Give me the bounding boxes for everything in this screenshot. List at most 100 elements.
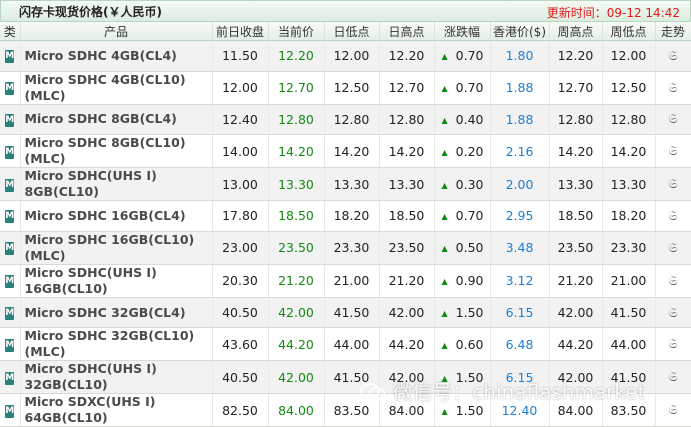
- table-row[interactable]: M Micro SDHC 4GB(CL10)(MLC) 12.00 12.70 12.5…: [0, 71, 691, 105]
- up-triangle-icon: ▲: [441, 147, 448, 157]
- product-cell[interactable]: Micro SDHC(UHS I) 32GB(CL10): [20, 360, 213, 395]
- trend-chart-icon[interactable]: 𝔖: [668, 241, 677, 256]
- table-row[interactable]: M Micro SDHC 16GB(CL4) 17.80 18.50 18.20 18.5…: [0, 200, 691, 232]
- table-row[interactable]: M Micro SDHC 16GB(CL10)(MLC) 23.00 23.50 23.…: [0, 231, 691, 265]
- day-low-cell: 12.50: [324, 71, 380, 105]
- day-low-cell: 44.00: [324, 327, 380, 362]
- trend-chart-icon[interactable]: 𝔖: [668, 112, 677, 127]
- table-row[interactable]: M Micro SDHC(UHS I) 16GB(CL10) 20.30 21.20 21…: [0, 264, 691, 298]
- trend-chart-icon[interactable]: 𝔖: [668, 337, 677, 352]
- trend-cell[interactable]: 𝔖: [655, 297, 691, 329]
- product-name-line1: Micro SDHC(UHS I): [24, 361, 157, 377]
- table-row[interactable]: M Micro SDHC 8GB(CL10)(MLC) 14.00 14.20 14.2…: [0, 134, 691, 169]
- product-cell[interactable]: Micro SDHC 16GB(CL4): [20, 200, 213, 232]
- product-cell[interactable]: Micro SDHC(UHS I) 16GB(CL10): [20, 264, 213, 298]
- column-header[interactable]: 类: [0, 22, 21, 41]
- trend-cell[interactable]: 𝔖: [655, 393, 691, 427]
- prev-close-cell: 14.00: [212, 134, 269, 169]
- change-cell: ▲ 0.60: [434, 327, 491, 362]
- week-low-cell: 23.30: [602, 231, 656, 265]
- week-low-cell: 12.80: [602, 104, 656, 136]
- week-high-cell: 12.70: [549, 71, 603, 105]
- trend-cell[interactable]: 𝔖: [655, 167, 691, 202]
- column-header[interactable]: 前日收盘: [212, 22, 269, 41]
- product-cell[interactable]: Micro SDHC 4GB(CL4): [20, 40, 213, 72]
- day-high-cell: 42.00: [379, 297, 435, 329]
- product-cell[interactable]: Micro SDHC 32GB(CL4): [20, 297, 213, 329]
- product-cell[interactable]: Micro SDXC(UHS I) 64GB(CL10): [20, 393, 213, 427]
- week-low-cell: 12.50: [602, 71, 656, 105]
- memory-card-icon: M: [5, 210, 15, 224]
- title-bar: 闪存卡现货价格(￥人民币) 更新时间：09-12 14:42: [0, 0, 691, 22]
- product-name-line1: Micro SDHC 16GB(CL10)(MLC): [24, 231, 195, 263]
- column-header[interactable]: 香港价($): [490, 22, 550, 41]
- category-cell: M: [0, 231, 21, 265]
- change-cell: ▲ 0.70: [434, 40, 491, 72]
- day-low-cell: 23.30: [324, 231, 380, 265]
- hk-price-cell: 2.00: [490, 167, 550, 202]
- product-cell[interactable]: Micro SDHC 32GB(CL10)(MLC): [20, 327, 213, 362]
- table-row[interactable]: M Micro SDHC 4GB(CL4) 11.50 12.20 12.00 12.20…: [0, 40, 691, 72]
- product-cell[interactable]: Micro SDHC 4GB(CL10)(MLC): [20, 71, 213, 105]
- column-header[interactable]: 涨跌幅: [434, 22, 491, 41]
- column-header[interactable]: 日高点: [379, 22, 435, 41]
- day-high-cell: 12.70: [379, 71, 435, 105]
- column-header[interactable]: 走势: [655, 22, 691, 41]
- memory-card-icon: M: [5, 338, 15, 352]
- memory-card-icon: M: [5, 307, 15, 321]
- trend-chart-icon[interactable]: 𝔖: [668, 144, 677, 159]
- week-low-cell: 21.00: [602, 264, 656, 298]
- product-cell[interactable]: Micro SDHC(UHS I) 8GB(CL10): [20, 167, 213, 202]
- trend-cell[interactable]: 𝔖: [655, 200, 691, 232]
- product-name-line2: 32GB(CL10): [24, 377, 108, 393]
- table-row[interactable]: M Micro SDHC 8GB(CL4) 12.40 12.80 12.80 12.80…: [0, 104, 691, 136]
- trend-chart-icon[interactable]: 𝔖: [668, 403, 677, 418]
- hk-price-cell: 2.95: [490, 200, 550, 232]
- trend-cell[interactable]: 𝔖: [655, 231, 691, 265]
- price-table: 类 产品 前日收盘 当前价 日低点 日高点 涨跌幅 香港价($) 周高点 周低点…: [0, 22, 691, 427]
- category-cell: M: [0, 134, 21, 169]
- prev-close-cell: 40.50: [212, 297, 269, 329]
- trend-chart-icon[interactable]: 𝔖: [668, 274, 677, 289]
- product-cell[interactable]: Micro SDHC 8GB(CL10)(MLC): [20, 134, 213, 169]
- up-triangle-icon: ▲: [441, 244, 448, 254]
- product-cell[interactable]: Micro SDHC 16GB(CL10)(MLC): [20, 231, 213, 265]
- trend-chart-icon[interactable]: 𝔖: [668, 370, 677, 385]
- trend-chart-icon[interactable]: 𝔖: [668, 209, 677, 224]
- column-header[interactable]: 周高点: [549, 22, 603, 41]
- trend-chart-icon[interactable]: 𝔖: [668, 177, 677, 192]
- product-name-line1: Micro SDHC 32GB(CL10)(MLC): [24, 328, 195, 360]
- up-triangle-icon: ▲: [441, 52, 448, 62]
- table-row[interactable]: M Micro SDHC 32GB(CL10)(MLC) 43.60 44.20 44.…: [0, 327, 691, 362]
- memory-card-icon: M: [5, 371, 15, 385]
- up-triangle-icon: ▲: [441, 309, 448, 319]
- product-cell[interactable]: Micro SDHC 8GB(CL4): [20, 104, 213, 136]
- column-header[interactable]: 当前价: [268, 22, 325, 41]
- trend-cell[interactable]: 𝔖: [655, 40, 691, 72]
- column-header[interactable]: 日低点: [324, 22, 380, 41]
- week-high-cell: 44.20: [549, 327, 603, 362]
- table-row[interactable]: M Micro SDHC(UHS I) 8GB(CL10) 13.00 13.30 13…: [0, 167, 691, 202]
- current-price-cell: 12.80: [268, 104, 325, 136]
- trend-cell[interactable]: 𝔖: [655, 104, 691, 136]
- prev-close-cell: 23.00: [212, 231, 269, 265]
- trend-cell[interactable]: 𝔖: [655, 360, 691, 395]
- day-low-cell: 12.00: [324, 40, 380, 72]
- table-row[interactable]: M Micro SDHC 32GB(CL4) 40.50 42.00 41.50 42.0…: [0, 297, 691, 329]
- change-cell: ▲ 0.90: [434, 264, 491, 298]
- hk-price-cell: 6.48: [490, 327, 550, 362]
- week-low-cell: 41.50: [602, 297, 656, 329]
- trend-cell[interactable]: 𝔖: [655, 264, 691, 298]
- trend-cell[interactable]: 𝔖: [655, 71, 691, 105]
- column-header[interactable]: 周低点: [602, 22, 656, 41]
- column-header[interactable]: 产品: [20, 22, 213, 41]
- trend-cell[interactable]: 𝔖: [655, 327, 691, 362]
- product-name-line2: 16GB(CL10): [24, 280, 108, 296]
- trend-chart-icon[interactable]: 𝔖: [668, 306, 677, 321]
- hk-price-cell: 2.16: [490, 134, 550, 169]
- trend-chart-icon[interactable]: 𝔖: [668, 81, 677, 96]
- current-price-cell: 23.50: [268, 231, 325, 265]
- category-cell: M: [0, 200, 21, 232]
- trend-cell[interactable]: 𝔖: [655, 134, 691, 169]
- trend-chart-icon[interactable]: 𝔖: [668, 49, 677, 64]
